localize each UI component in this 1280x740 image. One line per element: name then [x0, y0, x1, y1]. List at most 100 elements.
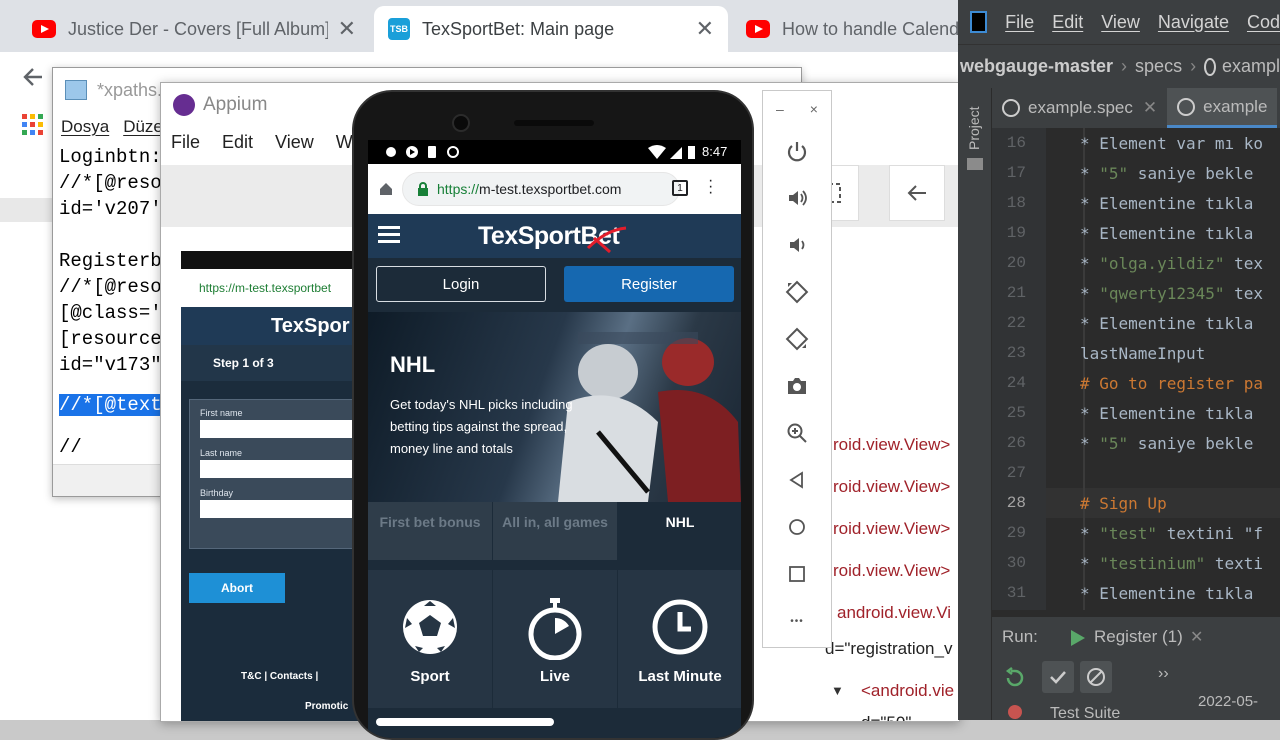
- xml-node[interactable]: roid.view.View>: [833, 561, 950, 581]
- line-number: 19: [1006, 224, 1026, 242]
- run-timestamp: 2022-05-: [1198, 693, 1259, 710]
- mini-abort-button[interactable]: Abort: [189, 573, 285, 603]
- mini-url-bar: https://m-test.texsportbet: [181, 269, 361, 307]
- tile-label: Sport: [410, 668, 450, 685]
- test-suite-node[interactable]: Test Suite: [1050, 705, 1120, 720]
- close-tab-icon[interactable]: ✕: [338, 16, 356, 42]
- login-button[interactable]: Login: [376, 266, 546, 302]
- tab-switcher-button[interactable]: 1: [672, 180, 688, 196]
- apps-grid-icon[interactable]: [22, 114, 44, 136]
- stopwatch-icon: [528, 598, 582, 660]
- close-tab-icon[interactable]: ✕: [696, 16, 714, 42]
- line-number: 17: [1006, 164, 1026, 182]
- breadcrumb-project[interactable]: webgauge-master: [960, 56, 1113, 77]
- breadcrumb-folder[interactable]: specs: [1135, 56, 1182, 77]
- power-icon[interactable]: [782, 136, 812, 166]
- minimize-button[interactable]: –: [776, 101, 784, 117]
- show-ignored-button[interactable]: [1080, 661, 1112, 693]
- menu-view[interactable]: View: [275, 132, 314, 153]
- wifi-battery-icon: [648, 145, 695, 159]
- site-logo[interactable]: TexSportBet: [478, 222, 627, 254]
- tab-example-spec[interactable]: example.spec ✕: [992, 88, 1167, 128]
- tab-example-active[interactable]: example: [1167, 88, 1278, 128]
- last-minute-tile[interactable]: Last Minute: [618, 570, 741, 708]
- run-config-name[interactable]: Register (1): [1094, 627, 1183, 647]
- ide-left-toolstrip: Project: [958, 88, 992, 720]
- back-icon[interactable]: [782, 465, 812, 495]
- tab-all-in-all-games[interactable]: All in, all games: [493, 502, 617, 560]
- hamburger-menu-icon[interactable]: [378, 226, 400, 244]
- intellij-window: File Edit View Navigate Cod webgauge-mas…: [958, 0, 1280, 720]
- line-number: 24: [1006, 374, 1026, 392]
- close-run-tab-icon[interactable]: ✕: [1190, 627, 1203, 647]
- code-line: * "5" saniye bekle: [1080, 434, 1254, 453]
- register-button[interactable]: Register: [564, 266, 734, 302]
- more-vert-icon[interactable]: · · ·: [708, 173, 713, 201]
- device-screenshot[interactable]: https://m-test.texsportbet TexSpor Step …: [181, 251, 361, 721]
- breadcrumb-separator: ›: [1121, 56, 1128, 76]
- mini-birthday-input[interactable]: [200, 500, 361, 518]
- appium-title: Appium: [203, 94, 268, 115]
- rotate-right-icon[interactable]: [782, 324, 812, 354]
- menu-edit[interactable]: Edit: [222, 132, 253, 153]
- live-tile[interactable]: Live: [493, 570, 617, 708]
- home-icon[interactable]: [782, 512, 812, 542]
- xml-node[interactable]: <android.vie: [861, 681, 954, 701]
- android-status-bar: 8:47: [368, 140, 741, 164]
- more-icon[interactable]: •••: [782, 606, 812, 636]
- tab-nhl[interactable]: NHL: [618, 502, 741, 560]
- chrome-tab-texsportbet[interactable]: TSB TexSportBet: Main page ✕: [374, 6, 728, 52]
- mini-first-name-input[interactable]: [200, 420, 361, 438]
- menu-file[interactable]: File: [1005, 12, 1034, 33]
- run-label: Run:: [1002, 627, 1038, 646]
- menu-file[interactable]: File: [171, 132, 200, 153]
- tab-first-bet-bonus[interactable]: First bet bonus: [368, 502, 492, 560]
- notepad-file-icon: [65, 80, 87, 100]
- notepad-title: *xpaths.t: [97, 79, 168, 100]
- mobile-url-bar[interactable]: https://m-test.texsportbet.com: [402, 172, 680, 206]
- rotate-left-icon[interactable]: [782, 277, 812, 307]
- line-number: 16: [1006, 134, 1026, 152]
- show-passed-button[interactable]: [1042, 661, 1074, 693]
- xml-node[interactable]: android.view.Vi: [837, 603, 951, 623]
- back-icon[interactable]: [20, 64, 46, 90]
- menu-code[interactable]: Cod: [1247, 12, 1280, 33]
- home-icon[interactable]: [378, 181, 394, 197]
- xml-node[interactable]: roid.view.View>: [833, 519, 950, 539]
- volume-down-icon[interactable]: [782, 230, 812, 260]
- zoom-icon[interactable]: [782, 418, 812, 448]
- more-actions-icon[interactable]: ››: [1158, 665, 1169, 683]
- xml-node[interactable]: roid.view.View>: [833, 435, 950, 455]
- chrome-tab-youtube-calendar[interactable]: How to handle Calend: [732, 6, 965, 52]
- mini-footer-promo: Promotic: [305, 701, 349, 712]
- line-number: 20: [1006, 254, 1026, 272]
- mini-last-name-input[interactable]: [200, 460, 361, 478]
- code-line: * Elementine tıkla: [1080, 224, 1254, 243]
- expand-caret-icon[interactable]: ▼: [831, 683, 844, 698]
- menu-duzen[interactable]: Düze: [123, 117, 163, 137]
- overview-icon[interactable]: [782, 559, 812, 589]
- menu-dosya[interactable]: Dosya: [61, 117, 109, 137]
- volume-up-icon[interactable]: [782, 183, 812, 213]
- menu-edit[interactable]: Edit: [1052, 12, 1083, 33]
- close-button[interactable]: ×: [810, 101, 818, 117]
- close-tab-icon[interactable]: ✕: [1143, 98, 1157, 118]
- menu-navigate[interactable]: Navigate: [1158, 12, 1229, 33]
- front-camera-icon: [452, 114, 470, 132]
- sport-tile[interactable]: Sport: [368, 570, 492, 708]
- status-time: 8:47: [702, 144, 728, 159]
- project-tool-tab[interactable]: Project: [966, 106, 982, 150]
- back-button[interactable]: [889, 165, 945, 221]
- breadcrumb-file[interactable]: exampl: [1222, 56, 1280, 77]
- tile-label: Last Minute: [638, 668, 722, 685]
- device-screen[interactable]: 8:47 https://m-test.texsportbet.com 1 · ·…: [368, 140, 741, 738]
- xml-node[interactable]: roid.view.View>: [833, 477, 950, 497]
- intellij-logo-icon: [970, 11, 988, 33]
- camera-icon[interactable]: [782, 371, 812, 401]
- run-icon[interactable]: [1070, 629, 1086, 647]
- rerun-icon[interactable]: [1004, 667, 1026, 689]
- chrome-tab-youtube-album[interactable]: Justice Der - Covers [Full Album] ✕: [18, 6, 370, 52]
- menu-view[interactable]: View: [1101, 12, 1140, 33]
- ignore-icon: [1087, 668, 1105, 686]
- hero-banner-nhl[interactable]: NHL Get today's NHL picks including bett…: [368, 312, 741, 502]
